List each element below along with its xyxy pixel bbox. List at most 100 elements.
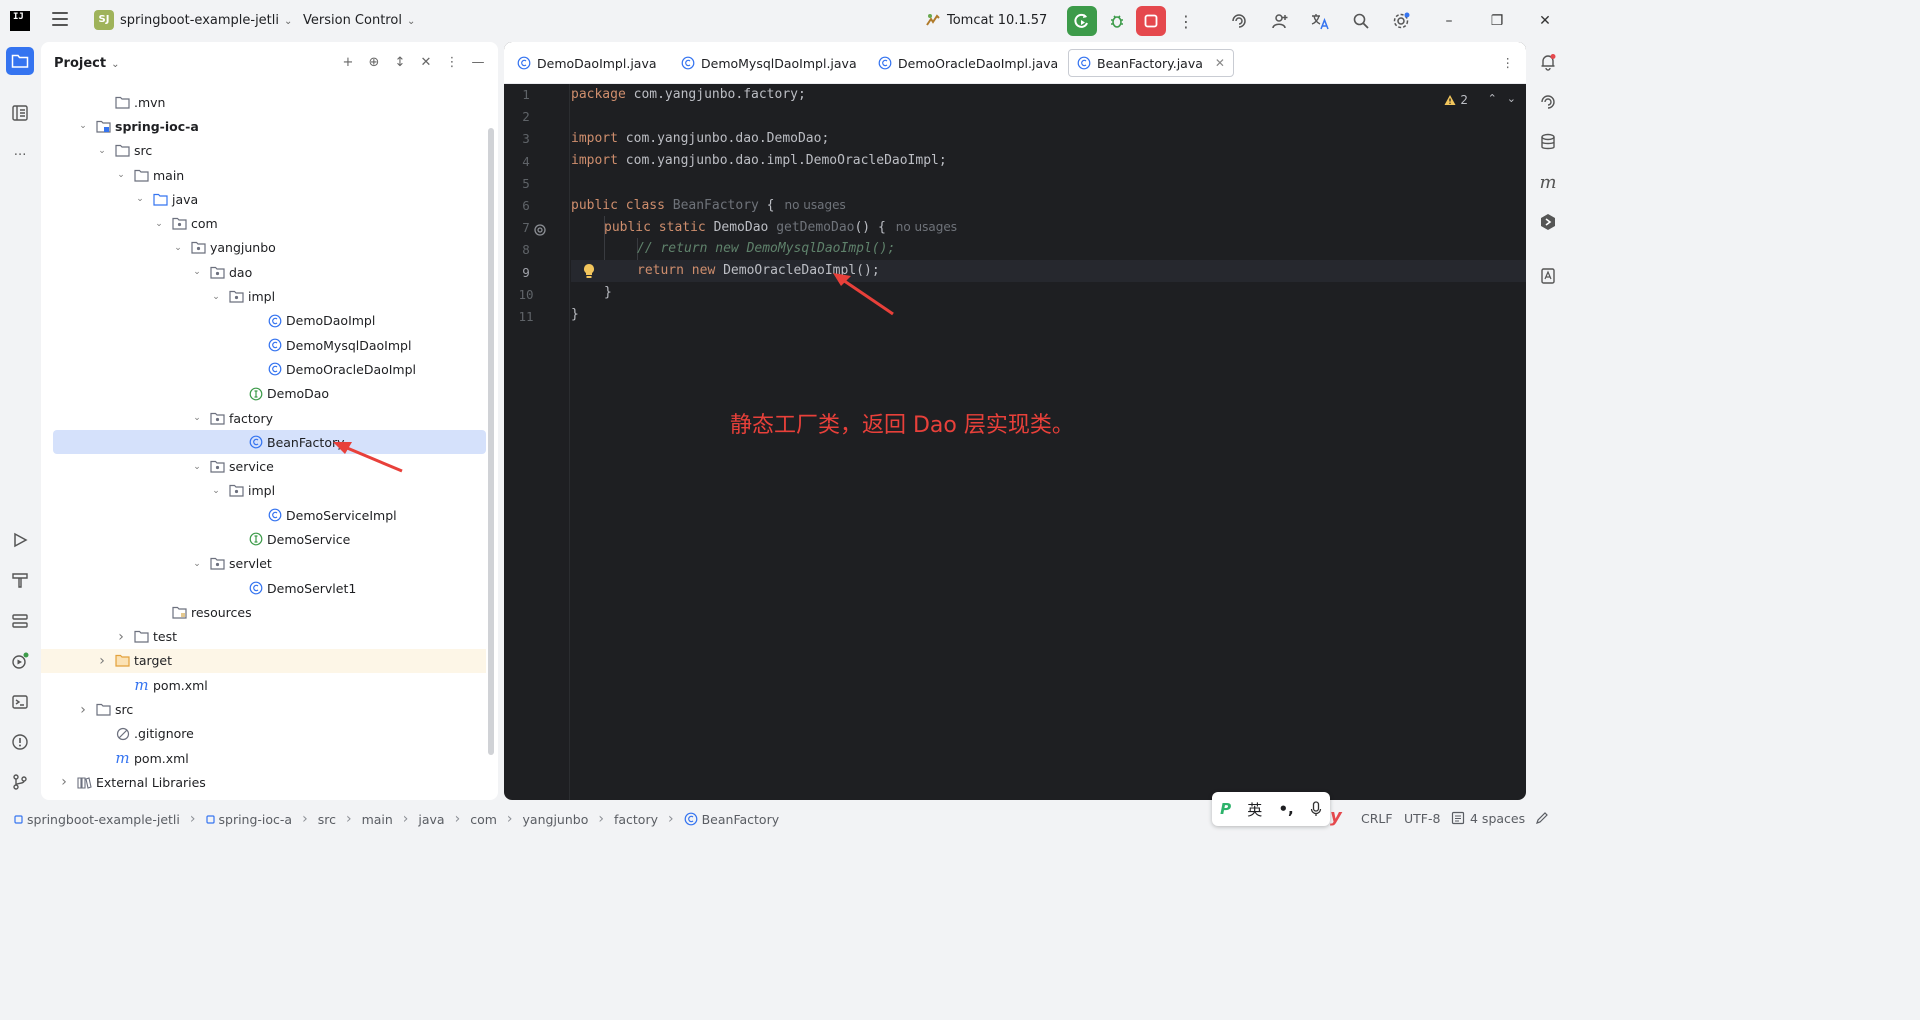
tree-node[interactable]: DemoOracleDaoImpl bbox=[41, 357, 486, 381]
git-tool-icon[interactable] bbox=[6, 768, 34, 796]
chevron-right-icon[interactable]: › bbox=[96, 653, 108, 669]
tree-node[interactable]: .gitignore bbox=[41, 722, 486, 746]
tree-node[interactable]: DemoMysqlDaoImpl bbox=[41, 333, 486, 357]
services-run-icon[interactable] bbox=[6, 647, 34, 675]
project-view-selector[interactable]: Project ⌄ bbox=[54, 56, 119, 71]
tree-node[interactable]: ⌄ impl bbox=[41, 284, 486, 308]
project-selector[interactable]: springboot-example-jetli ⌄ bbox=[120, 13, 292, 28]
warnings-indicator[interactable]: 2 bbox=[1444, 93, 1468, 107]
close-tab-icon[interactable]: ✕ bbox=[1215, 56, 1225, 70]
tree-node[interactable]: ⌄ dao bbox=[41, 260, 486, 284]
tree-node[interactable]: ⌄ java bbox=[41, 187, 486, 211]
intellij-logo[interactable]: IJ bbox=[10, 11, 30, 31]
lightbulb-icon[interactable] bbox=[582, 263, 596, 279]
ai-chat-icon[interactable] bbox=[1534, 88, 1562, 116]
chevron-right-icon[interactable]: › bbox=[115, 629, 127, 645]
translate-icon[interactable] bbox=[1309, 10, 1331, 32]
tree-node[interactable]: ⌄ impl bbox=[41, 479, 486, 503]
restore-window-icon[interactable]: ❐ bbox=[1486, 10, 1508, 32]
chevron-down-icon[interactable]: ⌄ bbox=[153, 218, 165, 230]
minimize-window-icon[interactable]: – bbox=[1438, 10, 1460, 32]
tree-node[interactable]: › target bbox=[41, 648, 486, 674]
usages-hint[interactable]: no usages bbox=[785, 198, 846, 212]
usages-hint[interactable]: no usages bbox=[896, 220, 957, 234]
breadcrumb-item[interactable]: factory bbox=[614, 812, 658, 827]
breadcrumb-item[interactable]: springboot-example-jetli bbox=[14, 812, 180, 827]
run-configuration-selector[interactable]: Tomcat 10.1.57 ⌄ bbox=[925, 12, 1076, 28]
encoding-widget[interactable]: UTF-8 bbox=[1404, 811, 1440, 826]
chevron-down-icon[interactable]: ⌄ bbox=[191, 461, 203, 473]
expand-all-icon[interactable]: ↕ bbox=[392, 54, 408, 70]
tab-beanfactory[interactable]: BeanFactory.java ✕ bbox=[1068, 49, 1234, 77]
collapse-all-icon[interactable]: ✕ bbox=[418, 54, 434, 70]
terminal-tool-icon[interactable] bbox=[6, 688, 34, 716]
new-file-icon[interactable]: + bbox=[340, 54, 356, 70]
chevron-down-icon[interactable]: ⌄ bbox=[191, 558, 203, 570]
tree-node[interactable]: DemoDao bbox=[41, 382, 486, 406]
breadcrumb-item[interactable]: java bbox=[418, 812, 444, 827]
version-control-menu[interactable]: Version Control ⌄ bbox=[303, 13, 415, 28]
tree-node[interactable]: › test bbox=[41, 625, 486, 649]
run-tool-icon[interactable] bbox=[6, 526, 34, 554]
chevron-down-icon[interactable]: ⌄ bbox=[191, 266, 203, 278]
services-tool-icon[interactable] bbox=[6, 607, 34, 635]
chevron-down-icon[interactable]: ⌄ bbox=[96, 145, 108, 157]
build-tool-icon[interactable] bbox=[6, 566, 34, 594]
project-badge[interactable]: SJ bbox=[94, 10, 114, 30]
close-window-icon[interactable]: ✕ bbox=[1534, 10, 1556, 32]
tree-node[interactable]: m pom.xml bbox=[41, 746, 486, 770]
stop-button[interactable] bbox=[1136, 6, 1166, 36]
microphone-icon[interactable] bbox=[1310, 801, 1322, 817]
more-actions-icon[interactable]: ⋮ bbox=[1175, 10, 1197, 32]
maven-icon[interactable]: m bbox=[1534, 168, 1562, 196]
tree-scrollbar[interactable] bbox=[488, 128, 494, 755]
read-only-toggle-icon[interactable] bbox=[1535, 811, 1549, 828]
line-separator-widget[interactable]: CRLF bbox=[1361, 811, 1393, 826]
ime-punctuation[interactable]: •, bbox=[1278, 800, 1293, 818]
tree-node[interactable]: ⌄ com bbox=[41, 211, 486, 235]
hide-panel-icon[interactable]: — bbox=[470, 54, 486, 70]
tree-node[interactable]: ⌄ spring-ioc-a bbox=[41, 114, 486, 138]
chevron-down-icon[interactable]: ⌄ bbox=[134, 193, 146, 205]
tabs-options-icon[interactable]: ⋮ bbox=[1502, 55, 1515, 70]
breadcrumb-item[interactable]: main bbox=[362, 812, 393, 827]
breadcrumb-item[interactable]: com bbox=[470, 812, 497, 827]
tree-node[interactable]: m pom.xml bbox=[41, 673, 486, 697]
breadcrumb-item[interactable]: spring-ioc-a bbox=[205, 812, 292, 827]
tab-demomysqldaoimpl[interactable]: DemoMysqlDaoImpl.java bbox=[673, 49, 865, 77]
chevron-down-icon[interactable]: ⌄ bbox=[191, 412, 203, 424]
breadcrumb-item[interactable]: src bbox=[318, 812, 336, 827]
code-area[interactable]: package com.yangjunbo.factory; import co… bbox=[571, 84, 1526, 800]
chevron-down-icon[interactable]: ⌄ bbox=[210, 485, 222, 497]
previous-highlight-icon[interactable]: ⌃ bbox=[1488, 92, 1497, 105]
chevron-right-icon[interactable]: › bbox=[77, 702, 89, 718]
plugin-icon[interactable] bbox=[1534, 208, 1562, 236]
ai-assistant-icon[interactable] bbox=[1228, 10, 1250, 32]
breadcrumb-item[interactable]: yangjunbo bbox=[523, 812, 589, 827]
rerun-button[interactable] bbox=[1067, 6, 1097, 36]
debug-button[interactable] bbox=[1106, 10, 1128, 32]
structure-tool-icon[interactable] bbox=[6, 99, 34, 127]
ime-language[interactable]: 英 bbox=[1247, 799, 1262, 820]
problems-tool-icon[interactable] bbox=[6, 728, 34, 756]
more-tools-icon[interactable]: ⋯ bbox=[6, 139, 34, 167]
database-icon[interactable] bbox=[1534, 128, 1562, 156]
main-menu-icon[interactable] bbox=[52, 12, 68, 28]
tree-node[interactable]: DemoDaoImpl bbox=[41, 309, 486, 333]
tree-node[interactable]: DemoServiceImpl bbox=[41, 503, 486, 527]
breadcrumb-item[interactable]: BeanFactory bbox=[684, 812, 779, 827]
tree-node[interactable]: BeanFactory bbox=[53, 430, 486, 455]
tree-node[interactable]: ⌄ src bbox=[41, 139, 486, 163]
options-icon[interactable]: ⋮ bbox=[444, 54, 460, 70]
tree-node[interactable]: ⌄ factory bbox=[41, 406, 486, 430]
indent-widget[interactable]: 4 spaces bbox=[1451, 811, 1525, 826]
notifications-icon[interactable] bbox=[1534, 48, 1562, 76]
tree-node[interactable]: resources bbox=[41, 600, 486, 624]
chevron-down-icon[interactable]: ⌄ bbox=[172, 242, 184, 254]
tree-node[interactable]: ⌄ service bbox=[41, 454, 486, 478]
chevron-down-icon[interactable]: ⌄ bbox=[77, 120, 89, 132]
tree-node[interactable]: DemoService bbox=[41, 527, 486, 551]
tree-node[interactable]: ⌄ main bbox=[41, 163, 486, 187]
ime-toolbar[interactable]: P 英 •, bbox=[1212, 792, 1330, 826]
tab-demooracledaoimpl[interactable]: DemoOracleDaoImpl.java bbox=[870, 49, 1066, 77]
